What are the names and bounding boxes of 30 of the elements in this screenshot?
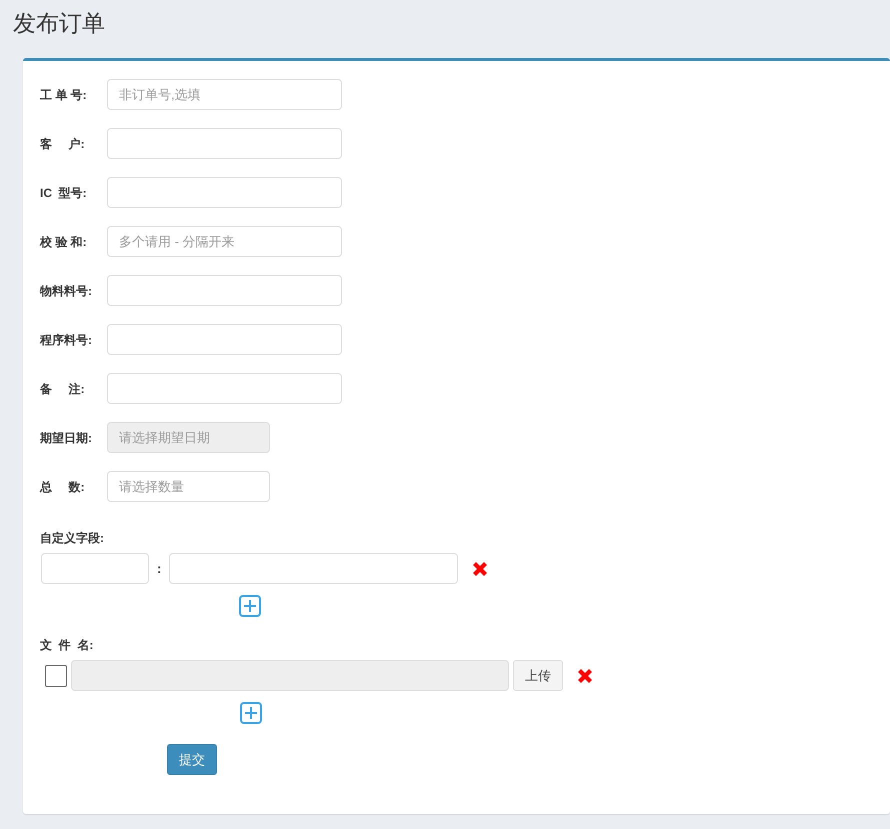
add-icon[interactable] <box>239 595 261 617</box>
input-field[interactable] <box>107 128 342 159</box>
field-label: 客 户: <box>40 136 86 152</box>
input-field[interactable] <box>107 177 342 208</box>
field-label: 物料料号: <box>40 282 93 300</box>
input-field[interactable] <box>107 324 342 355</box>
field-label: 程序料号: <box>40 332 93 348</box>
section-label: 自定义字段: <box>40 530 105 547</box>
submit-button[interactable]: 提交 <box>167 744 217 775</box>
separator-text: : <box>157 560 162 578</box>
add-icon[interactable] <box>240 702 262 724</box>
input-field[interactable] <box>41 553 149 584</box>
input-field[interactable] <box>169 553 458 584</box>
remove-icon[interactable] <box>471 560 490 578</box>
field-label: IC 型号: <box>40 184 88 202</box>
input-field[interactable]: 多个请用 - 分隔开来 <box>107 226 342 257</box>
checkbox[interactable] <box>45 664 67 686</box>
input-field[interactable]: 非订单号,选填 <box>107 79 342 110</box>
input-field[interactable] <box>107 275 342 306</box>
page-title: 发布订单 <box>12 9 106 38</box>
field-label: 校 验 和: <box>40 234 88 250</box>
input-field[interactable]: 请选择数量 <box>107 471 270 502</box>
remove-icon[interactable] <box>576 666 594 684</box>
field-label: 期望日期: <box>40 430 93 446</box>
input-field[interactable] <box>107 373 342 404</box>
upload-button[interactable]: 上传 <box>513 660 563 691</box>
field-label: 总 数: <box>40 478 86 496</box>
field-label: 工 单 号: <box>40 86 88 104</box>
section-label: 文 件 名: <box>40 637 94 654</box>
field-label: 备 注: <box>40 380 86 398</box>
